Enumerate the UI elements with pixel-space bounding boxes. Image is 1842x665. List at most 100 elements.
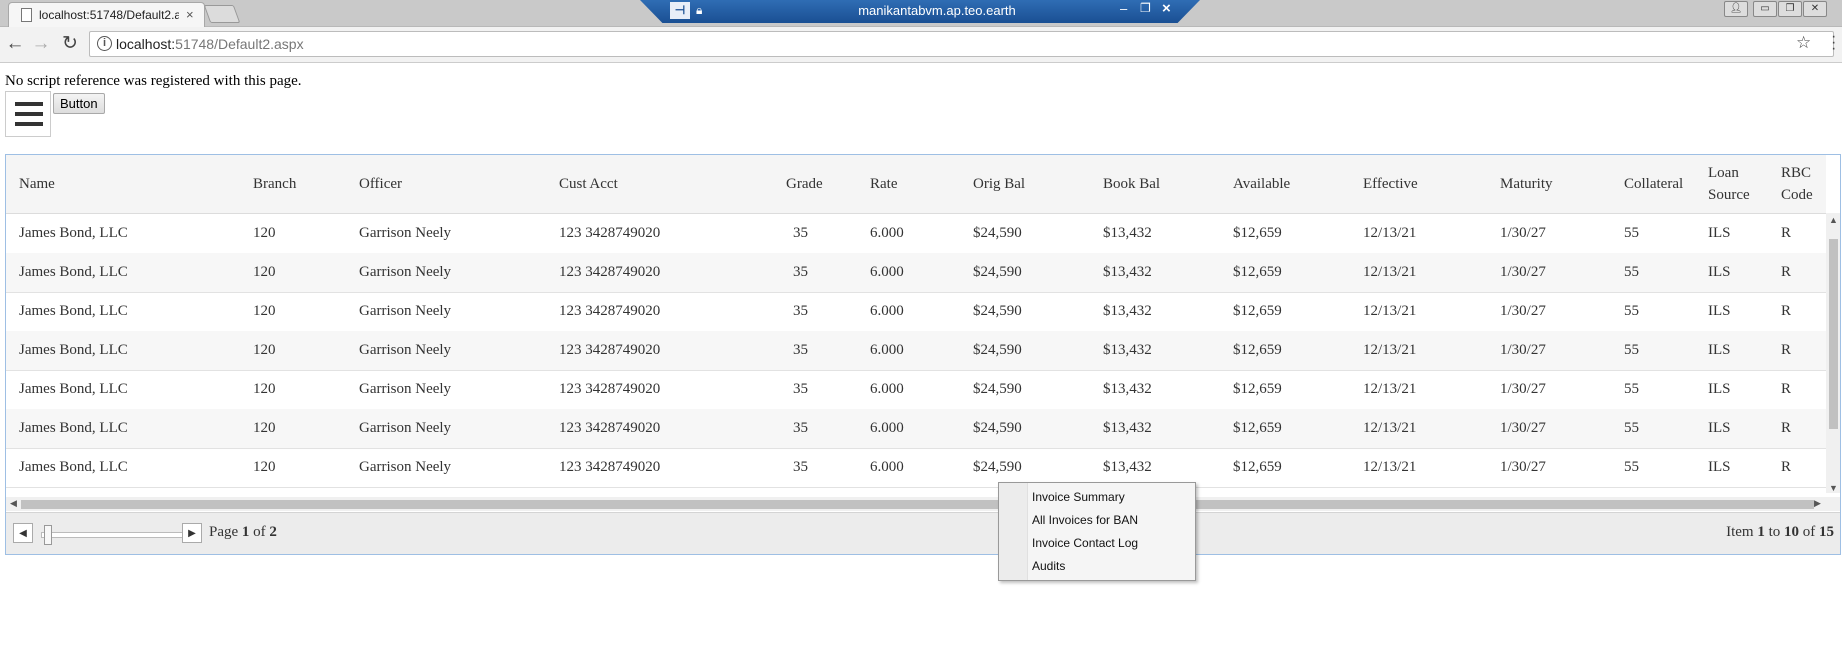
- column-header-effective[interactable]: Effective: [1363, 173, 1418, 195]
- cell-book-bal: $13,432: [1103, 381, 1152, 397]
- page-slider-handle[interactable]: [44, 525, 52, 545]
- table-row[interactable]: James Bond, LLC 120 Garrison Neely 123 3428…: [6, 448, 1826, 488]
- column-header-available[interactable]: Available: [1233, 173, 1290, 195]
- column-header-name[interactable]: Name: [19, 173, 55, 195]
- cell-loan-source: ILS: [1708, 264, 1731, 280]
- column-header-cust-acct[interactable]: Cust Acct: [559, 173, 618, 195]
- column-header-maturity[interactable]: Maturity: [1500, 173, 1553, 195]
- page-button[interactable]: Button: [53, 93, 105, 114]
- window-restore-icon[interactable]: ❐: [1778, 1, 1802, 17]
- remote-session-title: manikantabvm.ap.teo.earth: [858, 3, 1016, 18]
- scroll-left-icon[interactable]: ◀: [10, 498, 17, 509]
- forward-icon[interactable]: →: [30, 33, 52, 55]
- column-header-collateral[interactable]: Collateral: [1624, 173, 1683, 195]
- cell-loan-source: ILS: [1708, 225, 1731, 241]
- cell-branch: 120: [253, 342, 276, 358]
- column-header-book-bal[interactable]: Book Bal: [1103, 173, 1160, 195]
- cell-cust-acct: 123 3428749020: [559, 342, 661, 358]
- cell-name: James Bond, LLC: [19, 303, 128, 319]
- column-header-loan-source[interactable]: Loan Source: [1708, 162, 1758, 206]
- cell-name: James Bond, LLC: [19, 420, 128, 436]
- close-icon[interactable]: ×: [1162, 0, 1171, 17]
- url-host: localhost:: [116, 36, 176, 52]
- cell-rate: 6.000: [870, 381, 904, 397]
- horizontal-scroll-thumb[interactable]: [21, 500, 1814, 509]
- cell-branch: 120: [253, 303, 276, 319]
- column-header-branch[interactable]: Branch: [253, 173, 296, 195]
- cell-rate: 6.000: [870, 342, 904, 358]
- cell-available: $12,659: [1233, 420, 1282, 436]
- cell-available: $12,659: [1233, 381, 1282, 397]
- menu-item-audits[interactable]: Audits: [1032, 556, 1065, 576]
- cell-rate: 6.000: [870, 420, 904, 436]
- url-text[interactable]: localhost:51748/Default2.aspx: [116, 36, 304, 52]
- table-row[interactable]: James Bond, LLC 120 Garrison Neely 123 3428…: [6, 331, 1826, 371]
- page-prefix: Page: [209, 524, 239, 540]
- cell-rate: 6.000: [870, 225, 904, 241]
- table-row[interactable]: James Bond, LLC 120 Garrison Neely 123 3428…: [6, 370, 1826, 410]
- tab-close-icon[interactable]: ×: [186, 7, 194, 22]
- reload-icon[interactable]: ↻: [59, 33, 81, 55]
- restore-icon[interactable]: ❐: [1140, 1, 1151, 15]
- minimize-icon[interactable]: –: [1120, 1, 1127, 16]
- next-page-button[interactable]: ▶: [182, 523, 202, 543]
- script-message: No script reference was registered with …: [5, 73, 302, 89]
- column-header-rbc-code[interactable]: RBC Code: [1781, 162, 1821, 206]
- cell-branch: 120: [253, 420, 276, 436]
- cell-officer: Garrison Neely: [359, 381, 452, 397]
- menu-item-invoice-contact-log[interactable]: Invoice Contact Log: [1032, 533, 1138, 553]
- cell-available: $12,659: [1233, 459, 1282, 475]
- table-row[interactable]: James Bond, LLC 120 Garrison Neely 123 3428…: [6, 292, 1826, 332]
- horizontal-scrollbar[interactable]: ◀ ▶: [6, 497, 1840, 511]
- scroll-right-icon[interactable]: ▶: [1814, 498, 1821, 509]
- page-icon: [21, 8, 32, 22]
- vertical-scroll-thumb[interactable]: [1829, 239, 1838, 429]
- window-minimize-icon[interactable]: ▭: [1753, 1, 1777, 17]
- cell-cust-acct: 123 3428749020: [559, 264, 661, 280]
- info-icon[interactable]: i: [97, 36, 112, 51]
- cell-branch: 120: [253, 264, 276, 280]
- menu-icon[interactable]: · · ·: [1831, 29, 1836, 57]
- table-row[interactable]: James Bond, LLC 120 Garrison Neely 123 3428…: [6, 253, 1826, 293]
- cell-rbc-code: R: [1781, 225, 1792, 241]
- cell-maturity: 1/30/27: [1500, 225, 1546, 241]
- scroll-up-icon[interactable]: ▲: [1829, 215, 1838, 225]
- cell-grade: 35: [793, 225, 808, 241]
- cell-grade: 35: [793, 303, 808, 319]
- cell-maturity: 1/30/27: [1500, 303, 1546, 319]
- hamburger-menu-icon[interactable]: [5, 91, 51, 137]
- browser-tab[interactable]: localhost:51748/Default2.aspx ×: [8, 2, 205, 27]
- pin-icon[interactable]: ⊣: [670, 2, 690, 19]
- column-header-rate[interactable]: Rate: [870, 173, 898, 195]
- cell-officer: Garrison Neely: [359, 459, 452, 475]
- user-icon[interactable]: 👤︎: [1724, 1, 1748, 17]
- window-close-icon[interactable]: ✕: [1803, 1, 1827, 17]
- prev-page-button[interactable]: ◀: [13, 523, 33, 543]
- table-row[interactable]: James Bond, LLC 120 Garrison Neely 123 3428…: [6, 409, 1826, 449]
- cell-collateral: 55: [1624, 459, 1639, 475]
- cell-orig-bal: $24,590: [973, 303, 1022, 319]
- cell-officer: Garrison Neely: [359, 342, 452, 358]
- bookmark-star-icon[interactable]: ☆: [1796, 33, 1811, 53]
- cell-cust-acct: 123 3428749020: [559, 303, 661, 319]
- column-header-grade[interactable]: Grade: [786, 173, 823, 195]
- page-slider-track[interactable]: [41, 532, 183, 538]
- vertical-scrollbar[interactable]: ▲ ▼: [1826, 213, 1840, 493]
- back-icon[interactable]: ←: [4, 33, 26, 55]
- column-header-officer[interactable]: Officer: [359, 173, 402, 195]
- column-header-orig-bal[interactable]: Orig Bal: [973, 173, 1025, 195]
- cell-maturity: 1/30/27: [1500, 420, 1546, 436]
- table-row[interactable]: James Bond, LLC 120 Garrison Neely 123 3428…: [6, 214, 1826, 254]
- menu-item-all-invoices-for-ban[interactable]: All Invoices for BAN: [1032, 510, 1138, 530]
- scroll-down-icon[interactable]: ▼: [1829, 483, 1838, 493]
- cell-name: James Bond, LLC: [19, 342, 128, 358]
- cell-loan-source: ILS: [1708, 381, 1731, 397]
- new-tab-button[interactable]: [203, 5, 241, 23]
- menu-item-invoice-summary[interactable]: Invoice Summary: [1032, 487, 1125, 507]
- cell-loan-source: ILS: [1708, 459, 1731, 475]
- total-pages: 2: [269, 524, 277, 540]
- cell-grade: 35: [793, 420, 808, 436]
- remote-session-bar: ⊣ 🔒︎ manikantabvm.ap.teo.earth – ❐ ×: [640, 0, 1200, 23]
- cell-effective: 12/13/21: [1363, 420, 1417, 436]
- address-bar[interactable]: i localhost:51748/Default2.aspx ☆: [89, 31, 1834, 57]
